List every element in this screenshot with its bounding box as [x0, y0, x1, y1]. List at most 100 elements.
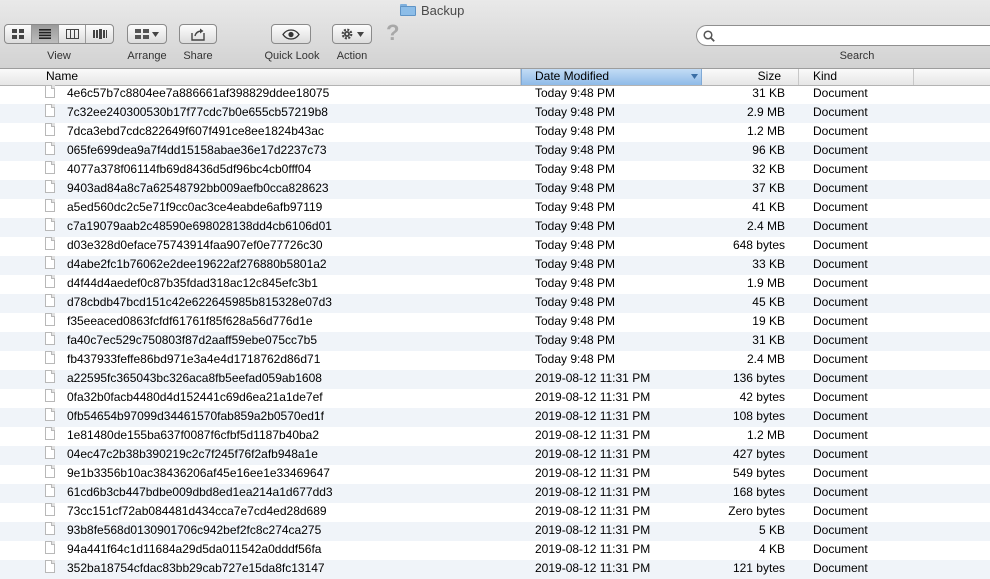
coverflow-view-button[interactable] — [86, 25, 113, 43]
file-kind: Document — [813, 124, 868, 138]
file-row[interactable]: 065fe699dea9a7f4dd15158abae36e17d2237c73… — [0, 142, 990, 161]
window-title-label: Backup — [421, 2, 465, 18]
file-name: fb437933feffe86bd971e3a4e4d1718762d86d71 — [67, 352, 321, 366]
column-header-date-modified[interactable]: Date Modified — [521, 69, 702, 85]
document-icon — [45, 199, 55, 212]
file-name: 352ba18754cfdac83bb29cab727e15da8fc13147 — [67, 561, 325, 575]
list-view-button[interactable] — [32, 25, 60, 43]
file-row[interactable]: 61cd6b3cb447bdbe009dbd8ed1ea214a1d677dd3… — [0, 484, 990, 503]
file-kind: Document — [813, 561, 868, 575]
file-row[interactable]: 4e6c57b7c8804ee7a886661af398829ddee18075… — [0, 85, 990, 104]
file-row[interactable]: 4077a378f06114fb69d8436d5df96bc4cb0fff04… — [0, 161, 990, 180]
sort-descending-icon — [691, 74, 698, 79]
file-row[interactable]: 9e1b3356b10ac38436206af45e16ee1e33469647… — [0, 465, 990, 484]
document-icon — [45, 218, 55, 231]
file-name: 4077a378f06114fb69d8436d5df96bc4cb0fff04 — [67, 162, 312, 176]
file-date-modified: 2019-08-12 11:31 PM — [535, 390, 651, 404]
icon-view-button[interactable] — [5, 25, 33, 43]
file-size: 2.4 MB — [746, 219, 785, 233]
file-row[interactable]: 0fa32b0facb4480d4d152441c69d6ea21a1de7ef… — [0, 389, 990, 408]
file-date-modified: 2019-08-12 11:31 PM — [535, 561, 651, 575]
file-kind: Document — [813, 447, 868, 461]
file-date-modified: Today 9:48 PM — [535, 276, 616, 290]
file-row[interactable]: 7c32ee240300530b17f77cdc7b0e655cb57219b8… — [0, 104, 990, 123]
file-kind: Document — [813, 333, 868, 347]
file-row[interactable]: 1e81480de155ba637f0087f6cfbf5d1187b40ba2… — [0, 427, 990, 446]
list-icon — [39, 29, 52, 39]
file-name: fa40c7ec529c750803f87d2aaff59ebe075cc7b5 — [67, 333, 318, 347]
action-button[interactable] — [332, 24, 372, 44]
column-header-date-label: Date Modified — [535, 69, 610, 83]
file-date-modified: Today 9:48 PM — [535, 124, 616, 138]
file-row[interactable]: d4abe2fc1b76062e2dee19622af276880b5801a2… — [0, 256, 990, 275]
file-row[interactable]: a5ed560dc2c5e71f9cc0ac3ce4eabde6afb97119… — [0, 199, 990, 218]
file-size: 549 bytes — [732, 466, 785, 480]
coverflow-icon — [92, 29, 107, 39]
file-name: a5ed560dc2c5e71f9cc0ac3ce4eabde6afb97119 — [67, 200, 323, 214]
file-row[interactable]: 93b8fe568d0130901706c942bef2fc8c274ca275… — [0, 522, 990, 541]
search-input[interactable] — [717, 28, 981, 44]
file-date-modified: Today 9:48 PM — [535, 314, 616, 328]
file-row[interactable]: c7a19079aab2c48590e698028138dd4cb6106d01… — [0, 218, 990, 237]
file-row[interactable]: d4f44d4aedef0c87b35fdad318ac12c845efc3b1… — [0, 275, 990, 294]
file-size: 37 KB — [752, 181, 785, 195]
file-row[interactable]: fb437933feffe86bd971e3a4e4d1718762d86d71… — [0, 351, 990, 370]
file-name: 9e1b3356b10ac38436206af45e16ee1e33469647 — [67, 466, 330, 480]
file-row[interactable]: 04ec47c2b38b390219c2c7f245f76f2afb948a1e… — [0, 446, 990, 465]
file-row[interactable]: 9403ad84a8c7a62548792bb009aefb0cca828623… — [0, 180, 990, 199]
file-name: 7c32ee240300530b17f77cdc7b0e655cb57219b8 — [67, 105, 328, 119]
quick-look-button[interactable] — [271, 24, 311, 44]
file-date-modified: Today 9:48 PM — [535, 238, 616, 252]
file-size: 1.2 MB — [746, 124, 785, 138]
file-date-modified: Today 9:48 PM — [535, 295, 616, 309]
file-size: 168 bytes — [732, 485, 785, 499]
file-row[interactable]: d03e328d0eface75743914faa907ef0e77726c30… — [0, 237, 990, 256]
document-icon — [45, 123, 55, 136]
file-kind: Document — [813, 181, 868, 195]
column-header-kind[interactable]: Kind — [799, 69, 914, 85]
file-row[interactable]: fa40c7ec529c750803f87d2aaff59ebe075cc7b5… — [0, 332, 990, 351]
document-icon — [45, 180, 55, 193]
document-icon — [45, 332, 55, 345]
file-size: 96 KB — [752, 143, 785, 157]
file-kind: Document — [813, 314, 868, 328]
document-icon — [45, 484, 55, 497]
file-row[interactable]: 7dca3ebd7cdc822649f607f491ce8ee1824b43ac… — [0, 123, 990, 142]
column-view-button[interactable] — [59, 25, 87, 43]
file-name: d4f44d4aedef0c87b35fdad318ac12c845efc3b1 — [67, 276, 318, 290]
help-icon[interactable]: ? — [386, 20, 399, 46]
column-header-name[interactable]: Name — [0, 69, 521, 85]
file-row[interactable]: d78cbdb47bcd151c42e622645985b815328e07d3… — [0, 294, 990, 313]
document-icon — [45, 313, 55, 326]
file-row[interactable]: 0fb54654b97099d34461570fab859a2b0570ed1f… — [0, 408, 990, 427]
chevron-down-icon — [357, 31, 364, 37]
file-name: 73cc151cf72ab084481d434cca7e7cd4ed28d689 — [67, 504, 327, 518]
search-field[interactable] — [696, 25, 990, 46]
file-date-modified: 2019-08-12 11:31 PM — [535, 523, 651, 537]
file-date-modified: 2019-08-12 11:31 PM — [535, 466, 651, 480]
file-size: 31 KB — [752, 333, 785, 347]
document-icon — [45, 275, 55, 288]
file-row[interactable]: 73cc151cf72ab084481d434cca7e7cd4ed28d689… — [0, 503, 990, 522]
file-name: d78cbdb47bcd151c42e622645985b815328e07d3 — [67, 295, 332, 309]
view-switcher — [4, 24, 114, 44]
file-date-modified: Today 9:48 PM — [535, 181, 616, 195]
file-kind: Document — [813, 219, 868, 233]
document-icon — [45, 294, 55, 307]
file-kind: Document — [813, 523, 868, 537]
columns-icon — [65, 29, 79, 39]
column-header-size[interactable]: Size — [702, 69, 799, 85]
document-icon — [45, 85, 55, 98]
file-name: 0fb54654b97099d34461570fab859a2b0570ed1f — [67, 409, 324, 423]
file-row[interactable]: 94a441f64c1d11684a29d5da011542a0dddf56fa… — [0, 541, 990, 560]
file-row[interactable]: f35eeaced0863fcfdf61761f85f628a56d776d1e… — [0, 313, 990, 332]
search-label: Search — [839, 50, 875, 62]
file-size: 136 bytes — [732, 371, 785, 385]
file-name: 4e6c57b7c8804ee7a886661af398829ddee18075 — [67, 86, 330, 100]
file-row[interactable]: a22595fc365043bc326aca8fb5eefad059ab1608… — [0, 370, 990, 389]
file-name: d4abe2fc1b76062e2dee19622af276880b5801a2 — [67, 257, 327, 271]
file-size: 41 KB — [752, 200, 785, 214]
arrange-button[interactable] — [127, 24, 167, 44]
share-button[interactable] — [179, 24, 217, 44]
document-icon — [45, 541, 55, 554]
